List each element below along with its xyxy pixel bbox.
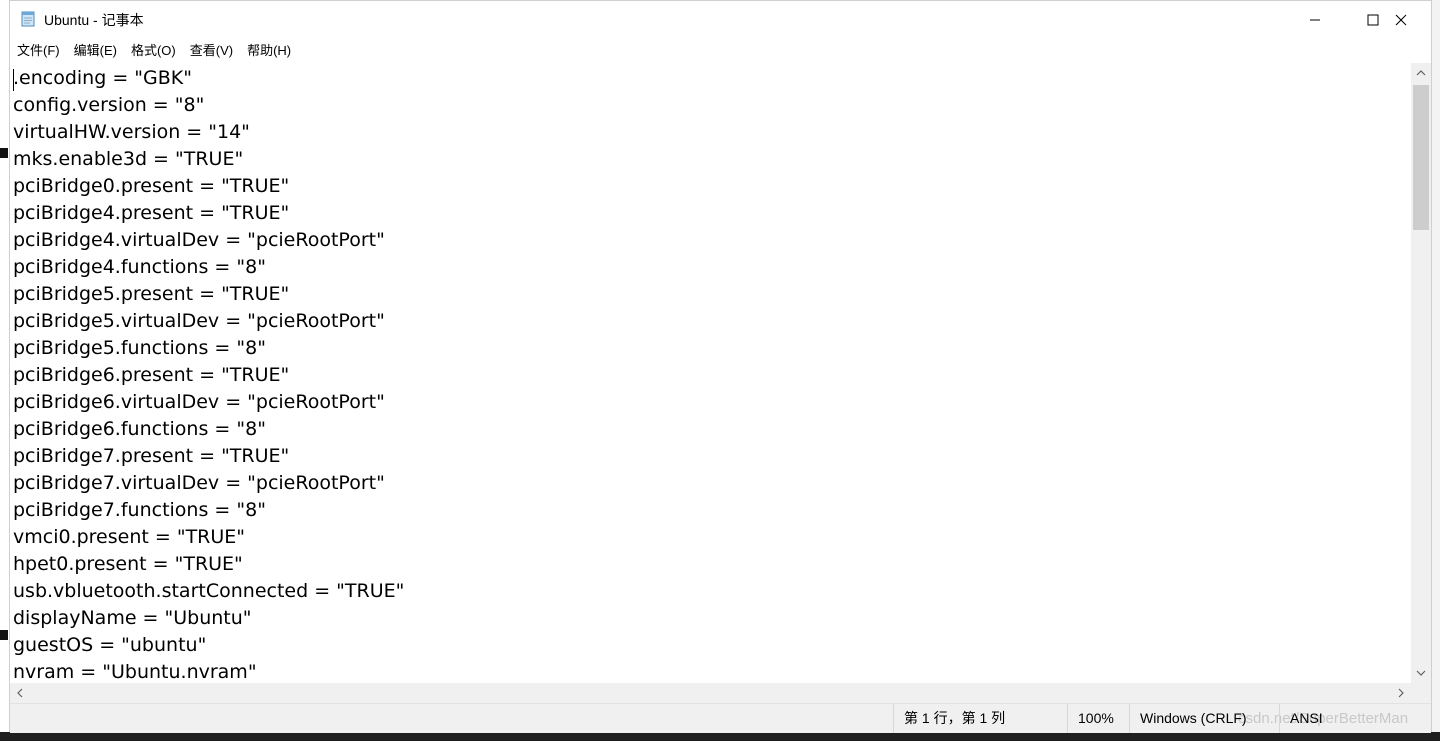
text-editor[interactable]: .encoding = "GBK" config.version = "8" vir… <box>10 63 1411 683</box>
editor-line[interactable]: pciBridge5.functions = "8" <box>13 335 404 362</box>
editor-line[interactable]: mks.enable3d = "TRUE" <box>13 146 404 173</box>
editor-line[interactable]: pciBridge4.functions = "8" <box>13 254 404 281</box>
scroll-up-button[interactable] <box>1411 63 1431 83</box>
editor-line[interactable]: pciBridge5.present = "TRUE" <box>13 281 404 308</box>
scrollbar-corner <box>1411 683 1431 703</box>
chevron-up-icon <box>1416 70 1426 76</box>
editor-line[interactable]: .encoding = "GBK" <box>13 65 404 92</box>
editor-line[interactable]: pciBridge5.virtualDev = "pcieRootPort" <box>13 308 404 335</box>
editor-line[interactable]: pciBridge7.functions = "8" <box>13 497 404 524</box>
close-button[interactable] <box>1372 1 1430 39</box>
desktop-background-left <box>0 0 9 741</box>
desktop-background-right <box>1432 0 1440 741</box>
scroll-right-button[interactable] <box>1391 683 1411 703</box>
menu-view[interactable]: 查看(V) <box>183 39 240 63</box>
minimize-icon <box>1310 19 1320 21</box>
menu-edit[interactable]: 编辑(E) <box>67 39 124 63</box>
status-zoom: 100% <box>1067 704 1129 733</box>
chevron-right-icon <box>1398 688 1404 698</box>
editor-content[interactable]: .encoding = "GBK" config.version = "8" vir… <box>13 65 404 683</box>
editor-line[interactable]: nvram = "Ubuntu.nvram" <box>13 659 404 683</box>
editor-line[interactable]: pciBridge7.present = "TRUE" <box>13 443 404 470</box>
scroll-left-button[interactable] <box>10 683 30 703</box>
editor-line[interactable]: pciBridge6.virtualDev = "pcieRootPort" <box>13 389 404 416</box>
status-line-ending: Windows (CRLF) <box>1129 704 1279 733</box>
editor-line[interactable]: virtualHW.version = "14" <box>13 119 404 146</box>
editor-line[interactable]: pciBridge6.present = "TRUE" <box>13 362 404 389</box>
editor-line[interactable]: hpet0.present = "TRUE" <box>13 551 404 578</box>
editor-line[interactable]: config.version = "8" <box>13 92 404 119</box>
scroll-down-button[interactable] <box>1411 663 1431 683</box>
window-title: Ubuntu - 记事本 <box>44 12 144 28</box>
editor-line[interactable]: usb.vbluetooth.startConnected = "TRUE" <box>13 578 404 605</box>
editor-line[interactable]: pciBridge4.virtualDev = "pcieRootPort" <box>13 227 404 254</box>
menu-format[interactable]: 格式(O) <box>124 39 183 63</box>
menu-file[interactable]: 文件(F) <box>10 39 67 63</box>
notepad-icon <box>21 11 35 27</box>
vertical-scroll-thumb[interactable] <box>1413 85 1429 230</box>
editor-line[interactable]: vmci0.present = "TRUE" <box>13 524 404 551</box>
menu-help[interactable]: 帮助(H) <box>240 39 298 63</box>
menu-bar: 文件(F) 编辑(E) 格式(O) 查看(V) 帮助(H) <box>10 39 1431 63</box>
horizontal-scrollbar[interactable] <box>10 683 1411 703</box>
desktop-background-bottom <box>0 732 1440 741</box>
editor-line[interactable]: pciBridge0.present = "TRUE" <box>13 173 404 200</box>
editor-line[interactable]: pciBridge4.present = "TRUE" <box>13 200 404 227</box>
editor-line[interactable]: pciBridge6.functions = "8" <box>13 416 404 443</box>
status-bar: csdn.net/SuperBetterMan 第 1 行，第 1 列 100%… <box>10 703 1431 733</box>
notepad-window: Ubuntu - 记事本 文件(F) 编辑(E) 格式(O) 查看(V) 帮助(… <box>9 0 1432 733</box>
editor-line[interactable]: guestOS = "ubuntu" <box>13 632 404 659</box>
chevron-down-icon <box>1416 670 1426 676</box>
minimize-button[interactable] <box>1286 1 1344 39</box>
desktop-fragment <box>0 630 8 640</box>
editor-line[interactable]: pciBridge7.virtualDev = "pcieRootPort" <box>13 470 404 497</box>
vertical-scrollbar[interactable] <box>1411 63 1431 683</box>
close-icon <box>1395 14 1407 26</box>
status-cursor-position: 第 1 行，第 1 列 <box>893 704 1063 733</box>
title-bar[interactable]: Ubuntu - 记事本 <box>10 1 1431 39</box>
status-encoding: ANSI <box>1279 704 1411 733</box>
chevron-left-icon <box>17 688 23 698</box>
editor-line[interactable]: displayName = "Ubuntu" <box>13 605 404 632</box>
desktop-fragment <box>0 148 8 158</box>
